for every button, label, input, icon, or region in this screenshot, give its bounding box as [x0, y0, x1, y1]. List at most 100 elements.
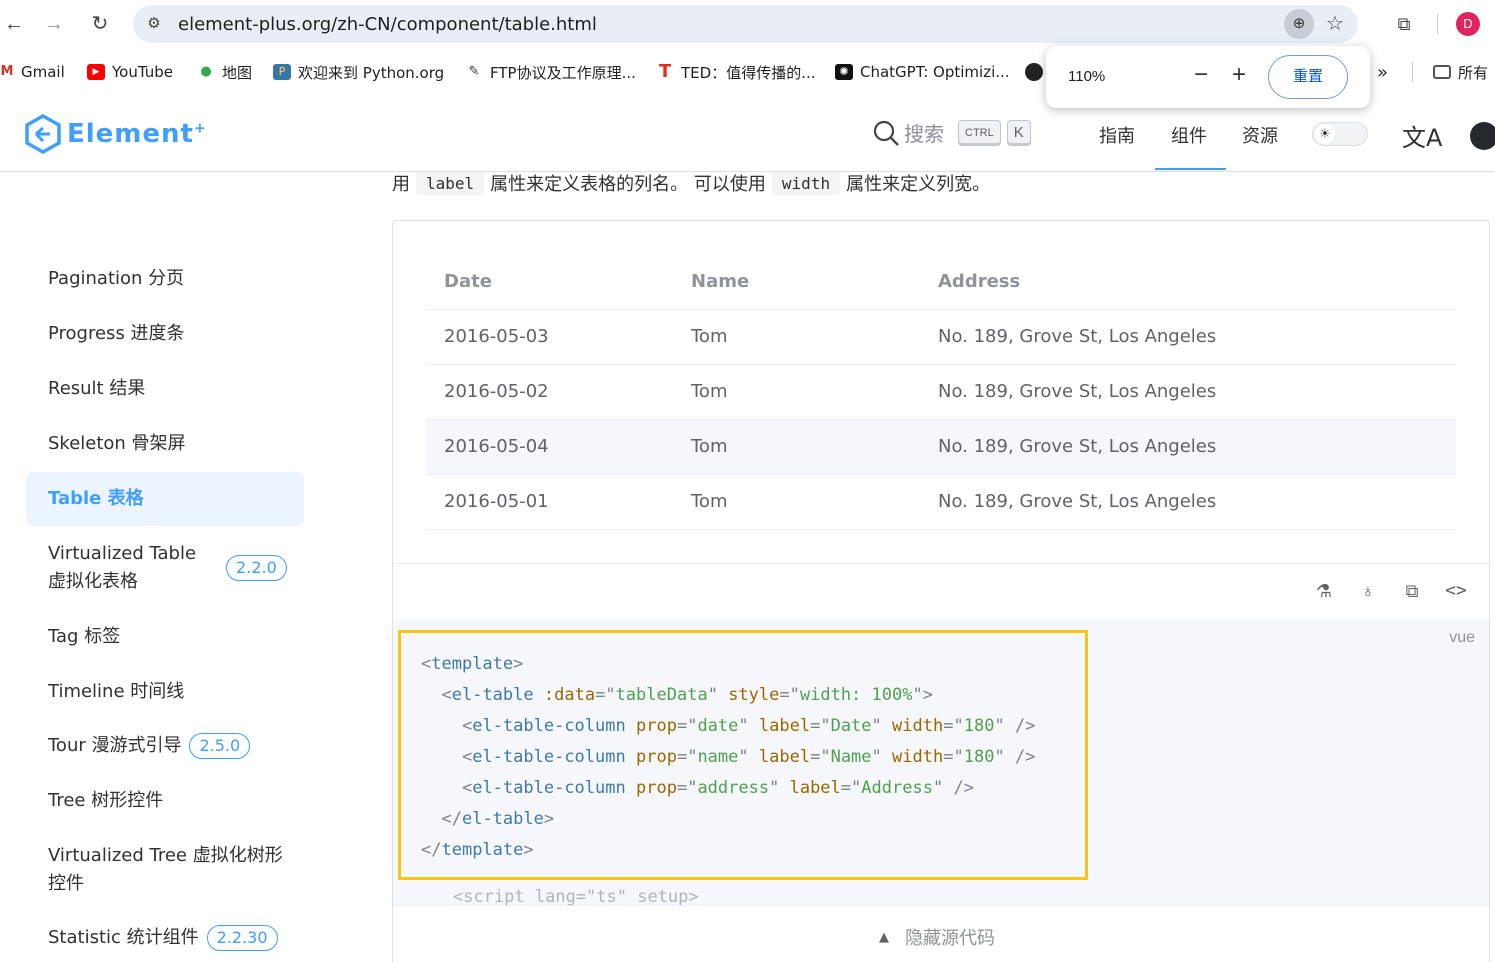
- kbd-k: K: [1006, 119, 1031, 146]
- reload-icon[interactable]: ↻: [86, 10, 114, 38]
- bookmark-all-folder[interactable]: 所有: [1433, 62, 1488, 82]
- table-header-row: Date Name Address: [426, 255, 1456, 310]
- chatgpt-icon: ✺: [835, 64, 853, 80]
- source-code[interactable]: <template> <el-table :data="tableData" s…: [421, 649, 1035, 866]
- extensions-icon[interactable]: ⧉: [1390, 10, 1418, 38]
- playground-flask-icon[interactable]: ⚗: [1312, 579, 1336, 603]
- bookmark-maps[interactable]: ● 地图: [197, 62, 252, 82]
- url-text[interactable]: element-plus.org/zh-CN/component/table.h…: [178, 14, 597, 35]
- table-row[interactable]: 2016-05-01 Tom No. 189, Grove St, Los An…: [426, 474, 1456, 530]
- zoom-out-minus-icon[interactable]: −: [1186, 60, 1216, 90]
- back-arrow-icon[interactable]: ←: [0, 10, 28, 38]
- theme-toggle-switch[interactable]: ☀: [1312, 122, 1368, 146]
- github-bookmark-icon: [1025, 63, 1043, 81]
- search-icon: [873, 120, 899, 146]
- table-cell: No. 189, Grove St, Los Angeles: [920, 364, 1456, 420]
- sun-icon: ☀: [1315, 124, 1335, 144]
- profile-avatar[interactable]: D: [1456, 12, 1480, 36]
- element-logo[interactable]: Element+: [25, 114, 207, 154]
- version-badge: 2.2.0: [226, 555, 287, 581]
- inline-code-width: width: [771, 171, 841, 195]
- code-language-label: vue: [1449, 629, 1475, 646]
- sidebar-item-result[interactable]: Result 结果: [26, 375, 304, 403]
- code-toggle-icon[interactable]: <>: [1444, 579, 1468, 603]
- site-search-button[interactable]: 搜索 CTRL K: [872, 118, 1031, 147]
- sidebar-item-label: Tour 漫游式引导: [48, 735, 182, 756]
- maps-icon: ●: [200, 64, 212, 79]
- code-overflow-fade: <script lang="ts" setup>: [453, 889, 699, 905]
- component-description: 用 label 属性来定义表格的列名。 可以使用 width 属性来定义列宽。: [392, 171, 991, 195]
- address-bar[interactable]: ⚙ element-plus.org/zh-CN/component/table…: [133, 5, 1358, 43]
- translate-icon[interactable]: 文A: [1402, 118, 1442, 153]
- bookmark-gmail[interactable]: M Gmail: [0, 62, 65, 82]
- sidebar-item-label: Statistic 统计组件: [48, 927, 199, 948]
- table-cell: Tom: [673, 474, 920, 530]
- bookmark-star-icon[interactable]: ☆: [1320, 9, 1350, 39]
- sidebar-item-tag[interactable]: Tag 标签: [26, 623, 304, 651]
- nav-component[interactable]: 组件: [1171, 122, 1207, 148]
- table-cell: Tom: [673, 419, 920, 475]
- hide-source-label: 隐藏源代码: [905, 928, 995, 949]
- hide-source-bar[interactable]: ▲ 隐藏源代码: [393, 905, 1489, 962]
- zoom-popup: 110% − + 重置: [1046, 46, 1370, 108]
- logo-text: Element: [67, 119, 194, 149]
- zoom-in-plus-icon[interactable]: +: [1224, 60, 1254, 90]
- copy-icon[interactable]: ⧉: [1400, 579, 1424, 603]
- table-cell: 2016-05-03: [426, 309, 673, 365]
- browser-toolbar: ← → ↻ ⚙ element-plus.org/zh-CN/component…: [0, 0, 1495, 48]
- nav-resource[interactable]: 资源: [1242, 122, 1278, 148]
- kbd-ctrl: CTRL: [958, 119, 1001, 146]
- ftp-icon: ✎: [468, 64, 480, 79]
- zoom-reset-button[interactable]: 重置: [1268, 55, 1348, 99]
- bookmark-ftp[interactable]: ✎ FTP协议及工作原理...: [465, 62, 636, 82]
- gmail-icon: M: [0, 64, 14, 79]
- ted-icon: T: [658, 61, 672, 82]
- sidebar-item-label-line2: 控件: [48, 873, 84, 894]
- sidebar-item-statistic[interactable]: Statistic 统计组件 2.2.30: [26, 924, 304, 952]
- bookmark-chatgpt[interactable]: ✺ ChatGPT: Optimizi...: [835, 62, 1010, 82]
- sidebar-item-pagination[interactable]: Pagination 分页: [26, 265, 304, 293]
- sidebar-item-label: Virtualized Tree 虚拟化树形: [48, 845, 283, 866]
- table-cell: Tom: [673, 364, 920, 420]
- bookmark-ted[interactable]: T TED：值得传播的...: [656, 62, 816, 82]
- github-icon[interactable]: [1470, 122, 1495, 150]
- element-logo-icon: [25, 114, 61, 154]
- bookmark-python[interactable]: P 欢迎来到 Python.org: [273, 62, 444, 82]
- sidebar-item-label-line2: 虚拟化表格: [48, 571, 138, 592]
- table-header-address: Address: [920, 255, 1456, 310]
- sidebar-item-progress[interactable]: Progress 进度条: [26, 320, 304, 348]
- version-badge: 2.2.30: [206, 925, 278, 951]
- table-cell: 2016-05-04: [426, 419, 673, 475]
- table-row[interactable]: 2016-05-04 Tom No. 189, Grove St, Los An…: [426, 419, 1456, 475]
- sidebar-item-skeleton[interactable]: Skeleton 骨架屏: [26, 430, 304, 458]
- nav-guide[interactable]: 指南: [1099, 122, 1135, 148]
- site-info-icon[interactable]: ⚙: [143, 13, 165, 35]
- bookmark-youtube[interactable]: ▶ YouTube: [87, 62, 173, 82]
- sidebar-item-virtualized-table[interactable]: Virtualized Table 虚拟化表格 2.2.0: [26, 540, 304, 598]
- more-bookmarks-chevron-icon[interactable]: »: [1377, 62, 1388, 83]
- zoom-magnifier-icon[interactable]: ⊕: [1284, 9, 1314, 39]
- table-header-date: Date: [426, 255, 673, 310]
- table-cell: No. 189, Grove St, Los Angeles: [920, 309, 1456, 365]
- sidebar-item-table[interactable]: Table 表格: [26, 472, 304, 526]
- folder-icon: [1433, 65, 1451, 79]
- demo-card: Date Name Address 2016-05-03 Tom No. 189…: [392, 220, 1490, 962]
- sidebar-item-label: Virtualized Table: [48, 543, 197, 564]
- table-cell: Tom: [673, 309, 920, 365]
- version-badge: 2.5.0: [189, 733, 251, 759]
- github-edit-icon[interactable]: ♁: [1356, 579, 1380, 603]
- search-label: 搜索: [904, 122, 944, 146]
- python-icon: P: [273, 64, 291, 80]
- youtube-icon: ▶: [87, 64, 105, 80]
- table-row[interactable]: 2016-05-03 Tom No. 189, Grove St, Los An…: [426, 309, 1456, 365]
- forward-arrow-icon[interactable]: →: [40, 10, 68, 38]
- table-row[interactable]: 2016-05-02 Tom No. 189, Grove St, Los An…: [426, 364, 1456, 420]
- source-code-panel: vue <template> <el-table :data="tableDat…: [393, 619, 1489, 905]
- sidebar-item-tour[interactable]: Tour 漫游式引导 2.5.0: [26, 732, 304, 760]
- demo-divider: [393, 563, 1489, 564]
- sidebar-item-tree[interactable]: Tree 树形控件: [26, 787, 304, 815]
- logo-plus: +: [193, 120, 207, 137]
- toolbar-divider: [1437, 14, 1438, 34]
- sidebar-item-virtualized-tree[interactable]: Virtualized Tree 虚拟化树形 控件: [26, 842, 304, 898]
- sidebar-item-timeline[interactable]: Timeline 时间线: [26, 678, 304, 706]
